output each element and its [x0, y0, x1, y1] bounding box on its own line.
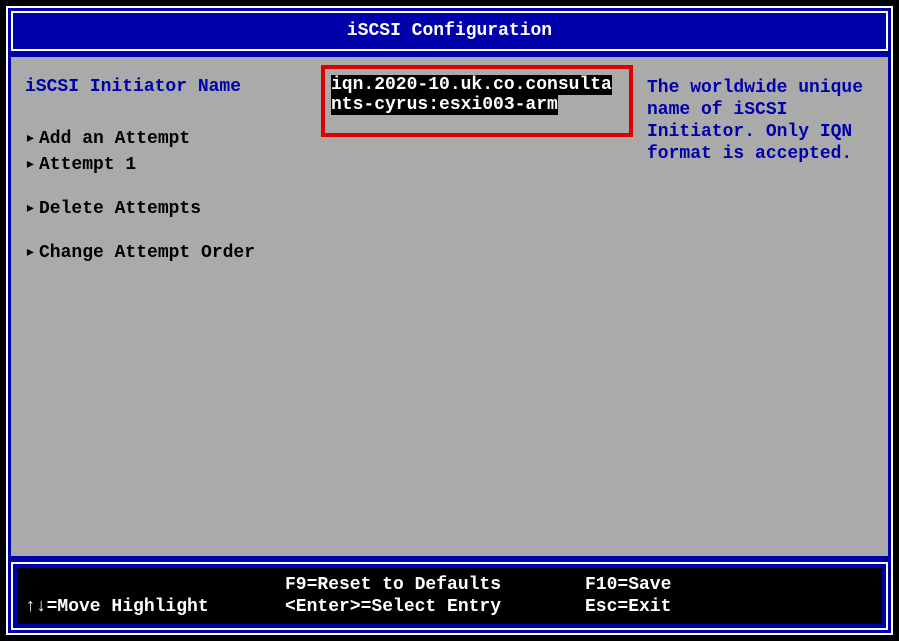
arrow-icon: ▸ [25, 241, 39, 263]
menu-attempt-1[interactable]: ▸Attempt 1 [25, 153, 321, 175]
menu-attempt-1-label: Attempt 1 [39, 155, 136, 175]
footer-esc-exit[interactable]: Esc=Exit [585, 596, 874, 618]
arrow-icon: ▸ [25, 197, 39, 219]
footer-bar: F9=Reset to Defaults F10=Save ↑↓=Move Hi… [11, 562, 888, 630]
arrow-icon: ▸ [25, 153, 39, 175]
help-line: Initiator. Only IQN [647, 121, 878, 143]
bios-window: iSCSI Configuration iSCSI Initiator Name… [6, 6, 893, 635]
menu-add-attempt-label: Add an Attempt [39, 129, 190, 149]
footer-enter-select[interactable]: <Enter>=Select Entry [285, 596, 585, 618]
menu-change-order[interactable]: ▸Change Attempt Order [25, 241, 321, 263]
value-line-1: iqn.2020-10.uk.co.consulta [331, 75, 612, 95]
help-panel: The worldwide unique name of iSCSI Initi… [641, 77, 878, 546]
highlighted-value-box: iqn.2020-10.uk.co.consulta nts-cyrus:esx… [321, 65, 633, 137]
arrow-icon: ▸ [25, 127, 39, 149]
initiator-name-label: iSCSI Initiator Name [25, 77, 321, 97]
main-area: iSCSI Initiator Name ▸Add an Attempt ▸At… [11, 57, 888, 556]
initiator-name-value[interactable]: iqn.2020-10.uk.co.consulta nts-cyrus:esx… [331, 75, 623, 115]
value-line-2: nts-cyrus:esxi003-arm [331, 95, 558, 115]
menu-delete-attempts-label: Delete Attempts [39, 199, 201, 219]
footer-f10-save[interactable]: F10=Save [585, 574, 874, 596]
menu-add-attempt[interactable]: ▸Add an Attempt [25, 127, 321, 149]
menu-change-order-label: Change Attempt Order [39, 243, 255, 263]
left-column: iSCSI Initiator Name ▸Add an Attempt ▸At… [21, 77, 321, 546]
help-line: name of iSCSI [647, 99, 878, 121]
help-line: The worldwide unique [647, 77, 878, 99]
footer-f9-reset[interactable]: F9=Reset to Defaults [285, 574, 585, 596]
help-line: format is accepted. [647, 143, 878, 165]
middle-column: iqn.2020-10.uk.co.consulta nts-cyrus:esx… [321, 77, 641, 546]
title-bar: iSCSI Configuration [11, 11, 888, 51]
footer-empty [25, 574, 285, 596]
menu-delete-attempts[interactable]: ▸Delete Attempts [25, 197, 321, 219]
footer-move-highlight: ↑↓=Move Highlight [25, 596, 285, 618]
page-title: iSCSI Configuration [347, 21, 552, 41]
